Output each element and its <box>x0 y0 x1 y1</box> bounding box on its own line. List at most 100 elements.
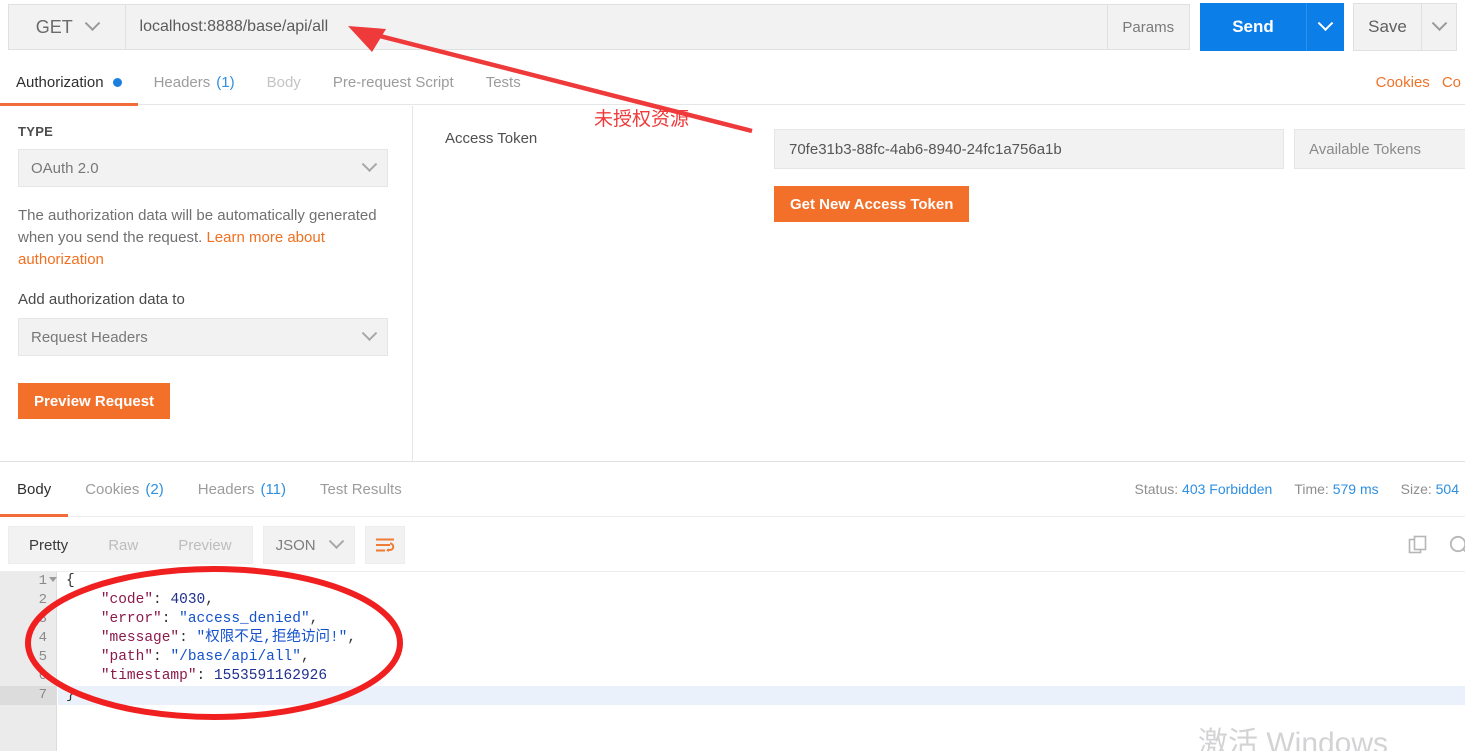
authorization-type-panel: TYPE OAuth 2.0 The authorization data wi… <box>0 106 413 461</box>
code-token: , <box>300 649 310 665</box>
code-token: 1553591162926 <box>213 668 328 684</box>
response-body-code[interactable]: { "code": 4030, "error": "access_denied"… <box>58 572 1465 751</box>
line-number-text: 3 <box>38 611 47 627</box>
wrap-lines-button[interactable] <box>364 526 405 564</box>
code-token: } <box>66 687 75 703</box>
copy-icon <box>1408 535 1427 554</box>
time-label: Time: <box>1294 481 1329 497</box>
line-number: 7 <box>0 686 56 705</box>
view-mode-segmented-control: Pretty Raw Preview <box>8 526 253 564</box>
code-token: "error" <box>100 611 162 627</box>
auth-type-select[interactable]: OAuth 2.0 <box>18 149 388 187</box>
access-token-label: Access Token <box>445 130 538 147</box>
size-value: 504 <box>1435 481 1459 497</box>
tab-headers-label: Headers <box>153 73 211 91</box>
code-token: : <box>161 611 180 627</box>
code-fold-icon[interactable] <box>49 577 57 582</box>
line-number: 2 <box>0 591 56 610</box>
chevron-down-icon <box>1317 14 1334 31</box>
tab-response-headers[interactable]: Headers (11) <box>181 462 303 517</box>
url-value: localhost:8888/base/api/all <box>139 18 329 35</box>
http-method-label: GET <box>35 16 73 37</box>
line-number-text: 2 <box>38 592 47 608</box>
send-group: Send <box>1200 3 1344 51</box>
copy-button[interactable] <box>1407 534 1429 556</box>
send-label: Send <box>1232 17 1274 36</box>
send-button[interactable]: Send <box>1200 3 1306 51</box>
chevron-down-icon <box>1431 14 1447 31</box>
view-mode-preview-label: Preview <box>178 536 232 554</box>
response-language-select[interactable]: JSON <box>262 526 355 564</box>
view-mode-pretty[interactable]: Pretty <box>9 527 88 563</box>
code-link[interactable]: Co <box>1442 74 1461 91</box>
chevron-down-icon <box>361 324 378 341</box>
add-auth-data-value: Request Headers <box>31 328 148 346</box>
line-number: 1 <box>0 572 57 591</box>
search-button[interactable] <box>1447 533 1465 557</box>
tab-test-results[interactable]: Test Results <box>303 462 419 517</box>
tab-pre-request-script-label: Pre-request Script <box>332 73 454 91</box>
status-meta: Status: 403 Forbidden <box>1135 481 1273 497</box>
auth-type-value: OAuth 2.0 <box>31 159 99 177</box>
postman-window: GET localhost:8888/base/api/all Params S… <box>0 0 1465 751</box>
code-line: { <box>58 572 1465 591</box>
preview-request-button[interactable]: Preview Request <box>18 383 171 419</box>
save-label: Save <box>1368 17 1407 36</box>
chevron-down-icon <box>361 155 378 172</box>
available-tokens-select[interactable]: Available Tokens <box>1294 129 1465 169</box>
tab-response-body[interactable]: Body <box>0 462 69 517</box>
url-input[interactable]: localhost:8888/base/api/all <box>124 4 1108 50</box>
http-method-selector[interactable]: GET <box>8 4 125 50</box>
response-language-value: JSON <box>275 536 316 554</box>
save-group: Save <box>1353 3 1457 51</box>
status-badge: 403 Forbidden <box>1182 481 1273 497</box>
add-auth-data-select[interactable]: Request Headers <box>18 318 388 356</box>
save-options-button[interactable] <box>1421 3 1457 51</box>
view-mode-raw[interactable]: Raw <box>88 527 158 563</box>
tab-body[interactable]: Body <box>251 60 317 105</box>
code-line: } <box>58 686 1465 705</box>
params-button[interactable]: Params <box>1107 4 1190 50</box>
size-meta: Size: 504 <box>1401 481 1459 497</box>
line-number: 3 <box>0 610 56 629</box>
line-number-text: 5 <box>38 649 47 665</box>
tab-response-headers-badge: (11) <box>260 480 287 498</box>
view-mode-preview[interactable]: Preview <box>158 527 251 563</box>
save-button[interactable]: Save <box>1353 3 1421 51</box>
cookies-link[interactable]: Cookies <box>1376 74 1430 91</box>
tab-pre-request-script[interactable]: Pre-request Script <box>317 60 470 105</box>
get-new-access-token-button[interactable]: Get New Access Token <box>774 186 970 222</box>
code-line: "timestamp": 1553591162926 <box>58 667 1465 686</box>
line-number-text: 1 <box>38 573 47 589</box>
tab-tests-label: Tests <box>485 73 521 91</box>
response-toolbar-right <box>1407 533 1465 557</box>
tab-response-cookies[interactable]: Cookies (2) <box>68 462 181 517</box>
response-toolbar: Pretty Raw Preview JSON <box>0 519 1465 571</box>
tab-authorization[interactable]: Authorization <box>0 60 138 106</box>
tab-tests[interactable]: Tests <box>470 60 537 105</box>
line-number-gutter: 1 2 3 4 5 6 7 <box>0 572 57 751</box>
tab-test-results-label: Test Results <box>320 480 402 498</box>
request-tabs: Authorization Headers (1) Body Pre-reque… <box>0 60 1465 106</box>
line-number: 5 <box>0 648 56 667</box>
response-body-viewer[interactable]: 1 2 3 4 5 6 7 { "code": 4030, "error": "… <box>0 571 1465 751</box>
size-label: Size: <box>1400 481 1432 497</box>
send-options-button[interactable] <box>1306 3 1344 51</box>
tab-authorization-label: Authorization <box>16 73 104 91</box>
preview-request-label: Preview Request <box>34 392 155 410</box>
tab-headers[interactable]: Headers (1) <box>138 60 251 105</box>
code-token: , <box>347 630 357 646</box>
view-mode-raw-label: Raw <box>108 536 139 554</box>
code-token: , <box>205 592 214 608</box>
search-icon <box>1449 535 1465 553</box>
access-token-input[interactable]: 70fe31b3-88fc-4ab6-8940-24fc1a756a1b <box>774 129 1284 169</box>
code-line: "message": "权限不足,拒绝访问!", <box>58 629 1465 648</box>
code-token: "access_denied" <box>179 611 310 627</box>
tab-response-cookies-badge: (2) <box>145 480 164 498</box>
code-token: : <box>179 630 197 646</box>
line-number-text: 6 <box>38 668 47 684</box>
code-token: : <box>153 649 171 665</box>
params-label: Params <box>1122 18 1175 36</box>
add-auth-data-label: Add authorization data to <box>18 291 185 308</box>
